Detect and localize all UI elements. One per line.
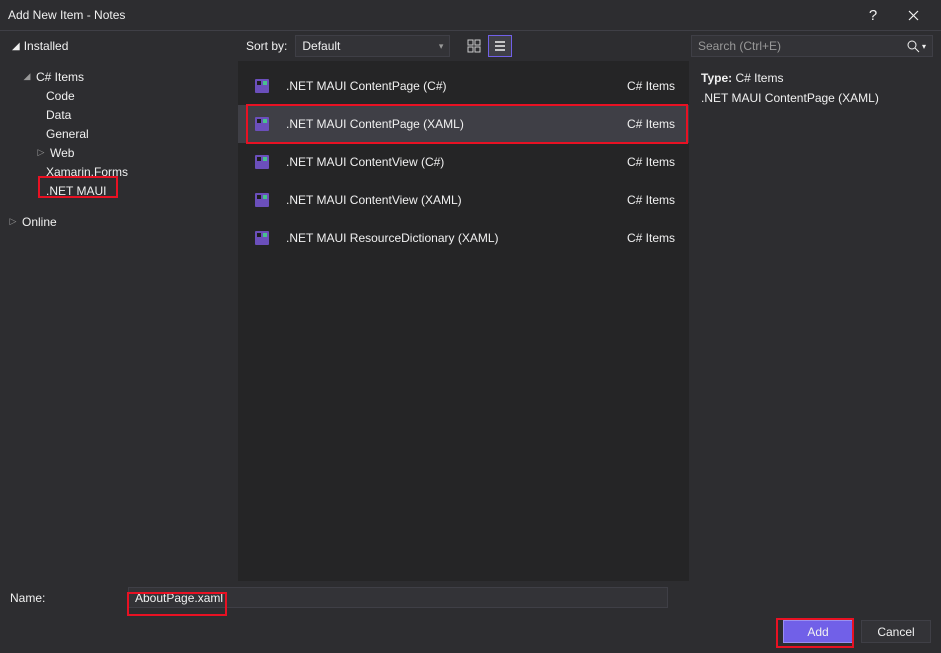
template-category: C# Items xyxy=(627,79,675,93)
toolbar: ◢ Installed Sort by: Default ▾ Search (C… xyxy=(0,31,941,61)
tree-label: Code xyxy=(46,89,75,103)
installed-header[interactable]: ◢ Installed xyxy=(8,39,238,53)
sort-by-dropdown[interactable]: Default ▾ xyxy=(295,35,450,57)
tree-item-data[interactable]: Data xyxy=(0,105,238,124)
template-row[interactable]: .NET MAUI ResourceDictionary (XAML) C# I… xyxy=(238,219,689,257)
template-icon xyxy=(252,114,272,134)
name-label: Name: xyxy=(10,591,120,605)
tree-item-general[interactable]: General xyxy=(0,124,238,143)
add-button[interactable]: Add xyxy=(783,620,853,643)
details-pane: Type: C# Items .NET MAUI ContentPage (XA… xyxy=(689,61,941,604)
tree-item-netmaui[interactable]: .NET MAUI xyxy=(0,181,238,200)
add-button-label: Add xyxy=(807,625,828,639)
sort-by-value: Default xyxy=(302,39,340,53)
tree-label: .NET MAUI xyxy=(46,184,106,198)
template-row[interactable]: .NET MAUI ContentView (C#) C# Items xyxy=(238,143,689,181)
template-name: .NET MAUI ContentView (XAML) xyxy=(286,193,613,207)
chevron-right-icon: ▷ xyxy=(8,216,18,227)
template-icon xyxy=(252,228,272,248)
search-icon xyxy=(907,40,920,53)
chevron-down-icon: ▾ xyxy=(922,42,926,51)
template-name: .NET MAUI ContentPage (XAML) xyxy=(286,117,613,131)
tree-item-xamarin[interactable]: Xamarin.Forms xyxy=(0,162,238,181)
chevron-down-icon: ◢ xyxy=(12,41,20,52)
template-category: C# Items xyxy=(627,155,675,169)
template-row[interactable]: .NET MAUI ContentPage (C#) C# Items xyxy=(238,67,689,105)
view-tiles-button[interactable] xyxy=(462,35,486,57)
tree-item-online[interactable]: ▷ Online xyxy=(0,212,238,231)
tree-label: Online xyxy=(22,215,57,229)
tree-label: Web xyxy=(50,146,74,160)
cancel-button-label: Cancel xyxy=(877,625,914,639)
type-label: Type: xyxy=(701,71,732,85)
template-list: .NET MAUI ContentPage (C#) C# Items .NET… xyxy=(238,61,689,604)
template-row-selected[interactable]: .NET MAUI ContentPage (XAML) C# Items xyxy=(238,105,689,143)
template-category: C# Items xyxy=(627,117,675,131)
title-bar: Add New Item - Notes ? xyxy=(0,0,941,30)
template-name: .NET MAUI ContentPage (C#) xyxy=(286,79,613,93)
template-name: .NET MAUI ContentView (C#) xyxy=(286,155,613,169)
close-button[interactable] xyxy=(893,0,933,30)
chevron-down-icon: ◢ xyxy=(22,71,32,82)
template-icon xyxy=(252,190,272,210)
type-value: C# Items xyxy=(735,71,783,85)
template-icon xyxy=(252,76,272,96)
tree-label: Xamarin.Forms xyxy=(46,165,128,179)
search-input[interactable]: Search (Ctrl+E) ▾ xyxy=(691,35,933,57)
window-title: Add New Item - Notes xyxy=(8,8,853,22)
tree-label: General xyxy=(46,127,89,141)
tree-item-web[interactable]: ▷ Web xyxy=(0,143,238,162)
template-row[interactable]: .NET MAUI ContentView (XAML) C# Items xyxy=(238,181,689,219)
bottom-bar: Name: Add Cancel xyxy=(0,581,941,653)
tree-label: Data xyxy=(46,108,71,122)
sort-by-label: Sort by: xyxy=(246,39,287,53)
view-list-button[interactable] xyxy=(488,35,512,57)
search-placeholder: Search (Ctrl+E) xyxy=(698,39,781,53)
tree-item-code[interactable]: Code xyxy=(0,86,238,105)
template-category: C# Items xyxy=(627,231,675,245)
chevron-right-icon: ▷ xyxy=(36,147,46,158)
installed-label: Installed xyxy=(24,39,69,53)
template-category: C# Items xyxy=(627,193,675,207)
template-name: .NET MAUI ResourceDictionary (XAML) xyxy=(286,231,613,245)
cancel-button[interactable]: Cancel xyxy=(861,620,931,643)
template-icon xyxy=(252,152,272,172)
category-tree: ◢ C# Items Code Data General ▷ Web Xamar… xyxy=(0,61,238,604)
tree-item-csharp[interactable]: ◢ C# Items xyxy=(0,67,238,86)
tree-label: C# Items xyxy=(36,70,84,84)
main-area: ◢ C# Items Code Data General ▷ Web Xamar… xyxy=(0,61,941,604)
help-button[interactable]: ? xyxy=(853,0,893,30)
name-input[interactable] xyxy=(128,587,668,608)
chevron-down-icon: ▾ xyxy=(439,41,444,52)
template-description: .NET MAUI ContentPage (XAML) xyxy=(701,91,929,105)
